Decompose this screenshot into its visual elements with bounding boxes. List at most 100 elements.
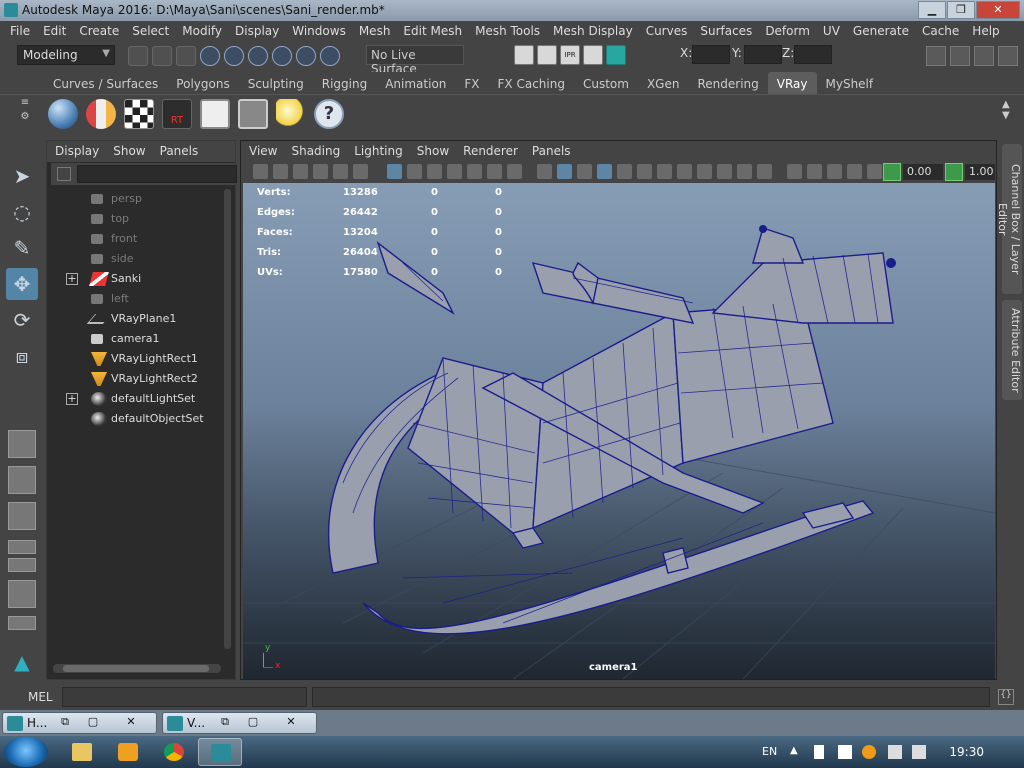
windows-logo-icon[interactable] (838, 745, 852, 759)
tab-curves-surfaces[interactable]: Curves / Surfaces (44, 72, 167, 94)
tab-rigging[interactable]: Rigging (313, 72, 376, 94)
tab-xgen[interactable]: XGen (638, 72, 689, 94)
explorer-taskbar-button[interactable] (60, 738, 104, 766)
minimized-window-2[interactable]: V... ⧉ ▢ ✕ (162, 712, 317, 734)
media-player-taskbar-button[interactable] (106, 738, 150, 766)
filter-icon[interactable] (57, 167, 71, 181)
maximize-button[interactable]: ❐ (947, 1, 975, 19)
script-editor-icon[interactable]: {} (998, 689, 1014, 705)
outliner-item-vraylightrect2[interactable]: VRayLightRect2 (47, 369, 235, 389)
render-view-icon[interactable] (514, 45, 534, 65)
hypershade-icon[interactable] (606, 45, 626, 65)
tab-polygons[interactable]: Polygons (167, 72, 238, 94)
use-all-lights-icon[interactable] (637, 164, 652, 179)
select-object-icon[interactable] (152, 46, 172, 66)
tab-fx[interactable]: FX (455, 72, 488, 94)
lasso-tool-icon[interactable]: ◌ (6, 196, 38, 228)
two-d-pan-zoom-icon[interactable] (353, 164, 368, 179)
shadows-icon[interactable] (657, 164, 672, 179)
motion-blur-icon[interactable] (697, 164, 712, 179)
vray-material-icon[interactable] (86, 99, 116, 129)
maximize-icon[interactable]: ▢ (243, 715, 263, 731)
channel-box-tab[interactable]: Channel Box / Layer Editor (996, 144, 1022, 294)
snap-point-icon[interactable] (248, 46, 268, 66)
side-by-side-layout-icon[interactable] (8, 502, 36, 530)
outliner-item-defaultobjectset[interactable]: defaultObjectSet (47, 409, 235, 429)
viewport-menu-view[interactable]: View (249, 144, 277, 158)
outliner-item-top[interactable]: top (47, 209, 235, 229)
vray-sphere-icon[interactable] (48, 99, 78, 129)
safe-action-icon[interactable] (487, 164, 502, 179)
select-component-icon[interactable] (176, 46, 196, 66)
four-view-layout-icon[interactable] (8, 466, 36, 494)
render-settings-icon[interactable] (583, 45, 603, 65)
menu-windows[interactable]: Windows (286, 21, 353, 42)
mel-input[interactable] (62, 687, 307, 707)
screen-space-ao-icon[interactable] (677, 164, 692, 179)
outliner-item-front[interactable]: front (47, 229, 235, 249)
outliner-item-left[interactable]: left (47, 289, 235, 309)
viewport-menu-lighting[interactable]: Lighting (354, 144, 403, 158)
paint-select-tool-icon[interactable]: ✎ (6, 232, 38, 264)
start-button[interactable] (4, 737, 48, 767)
close-icon[interactable]: ✕ (281, 715, 301, 731)
smooth-shade-icon[interactable] (557, 164, 572, 179)
tab-fx-caching[interactable]: FX Caching (489, 72, 574, 94)
channel-box-toggle-icon[interactable] (998, 46, 1018, 66)
backface-culling-icon[interactable] (847, 164, 862, 179)
tab-rendering[interactable]: Rendering (688, 72, 767, 94)
close-button[interactable]: ✕ (976, 1, 1020, 19)
menu-set-dropdown[interactable]: Modeling ▼ (17, 45, 115, 65)
shelf-options-gear-icon[interactable]: ⚙ (18, 111, 32, 123)
camera-attributes-icon[interactable] (273, 164, 288, 179)
tab-vray[interactable]: VRay (767, 72, 817, 94)
minimized-window-1[interactable]: H... ⧉ ▢ ✕ (2, 712, 157, 734)
outliner-vertical-scrollbar[interactable] (224, 189, 231, 649)
maya-taskbar-button[interactable] (198, 738, 242, 766)
tab-animation[interactable]: Animation (376, 72, 455, 94)
help-icon[interactable]: ? (314, 99, 344, 129)
snap-plane-icon[interactable] (272, 46, 292, 66)
outliner-item-persp[interactable]: persp (47, 189, 235, 209)
gate-mask-icon[interactable] (447, 164, 462, 179)
menu-modify[interactable]: Modify (176, 21, 229, 42)
checker-icon[interactable] (124, 99, 154, 129)
select-tool-icon[interactable]: ➤ (6, 160, 38, 192)
menu-mesh-tools[interactable]: Mesh Tools (469, 21, 547, 42)
gamma-field[interactable]: 1.00 (965, 164, 995, 180)
menu-surfaces[interactable]: Surfaces (694, 21, 759, 42)
isolate-select-icon[interactable] (757, 164, 772, 179)
grease-pencil-icon[interactable] (333, 164, 348, 179)
rotate-tool-icon[interactable]: ⟳ (6, 304, 38, 336)
tool-settings-toggle-icon[interactable] (974, 46, 994, 66)
attribute-editor-toggle-icon[interactable] (950, 46, 970, 66)
menu-edit[interactable]: Edit (37, 21, 73, 42)
action-center-flag-icon[interactable] (814, 745, 824, 759)
outliner-menu-display[interactable]: Display (55, 144, 99, 159)
attribute-editor-tab[interactable]: Attribute Editor (1002, 300, 1022, 400)
render-current-frame-icon[interactable] (537, 45, 557, 65)
viewport-menu-show[interactable]: Show (417, 144, 449, 158)
persp-graph-layout-icon[interactable] (8, 558, 36, 572)
light-bulb-icon[interactable] (276, 99, 306, 129)
safe-title-icon[interactable] (507, 164, 522, 179)
tray-expand-icon[interactable]: ▲ (790, 745, 804, 759)
default-material-icon[interactable] (577, 164, 592, 179)
language-indicator[interactable]: EN (762, 745, 777, 758)
minimize-button[interactable]: ▁ (918, 1, 946, 19)
near-clip-toggle-icon[interactable] (883, 163, 901, 181)
shelf-menu-icon[interactable]: ≡ (18, 97, 32, 109)
outliner-search-input[interactable] (77, 165, 237, 183)
app-tray-icon[interactable] (862, 745, 876, 759)
anti-aliasing-icon[interactable] (717, 164, 732, 179)
snap-surface-icon[interactable] (296, 46, 316, 66)
xray-active-components-icon[interactable] (827, 164, 842, 179)
menu-create[interactable]: Create (73, 21, 126, 42)
near-clip-field[interactable]: 0.00 (903, 164, 943, 180)
snap-grid-icon[interactable] (200, 46, 220, 66)
xray-joints-icon[interactable] (807, 164, 822, 179)
menu-file[interactable]: File (4, 21, 37, 42)
outliner-layout-icon[interactable] (8, 580, 36, 608)
y-field[interactable] (744, 45, 782, 64)
outliner-menu-show[interactable]: Show (113, 144, 145, 159)
